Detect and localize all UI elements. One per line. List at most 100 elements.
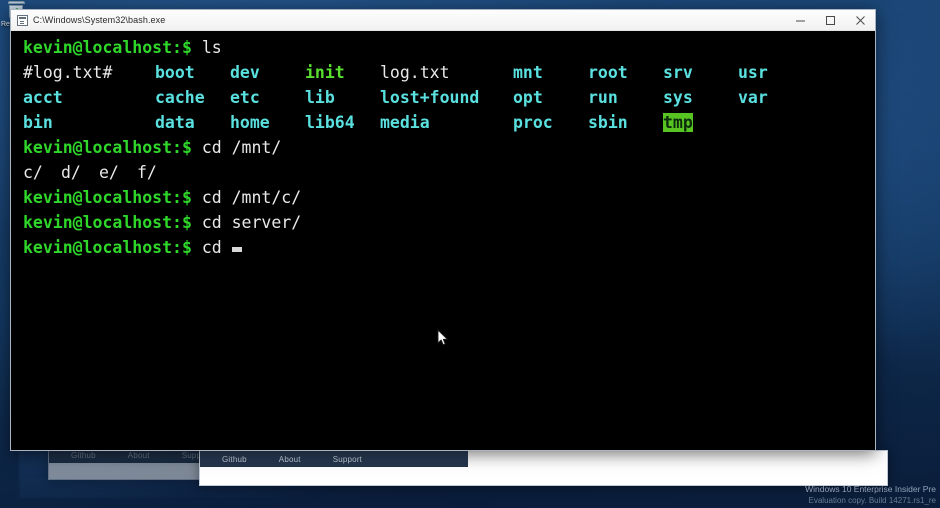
- background-browser-window-front[interactable]: Github About Support: [199, 450, 888, 486]
- terminal-command-text: cd /mnt/c/: [191, 188, 302, 207]
- terminal-ls-entry: sys: [663, 88, 693, 107]
- terminal-ls-entry: boot: [155, 63, 195, 82]
- terminal-ls-cell: media: [380, 110, 513, 135]
- terminal-ls-cell: var: [738, 85, 813, 110]
- terminal-ls-entry: run: [588, 88, 618, 107]
- terminal-command-line: kevin@localhost:$ ls: [23, 35, 875, 60]
- terminal-ls-cell: sbin: [588, 110, 663, 135]
- terminal-ls-cell: d/: [61, 160, 99, 185]
- background-browser-window-back[interactable]: Github About Support: [48, 446, 206, 480]
- terminal-ls-cell: f/: [137, 160, 175, 185]
- maximize-button[interactable]: [815, 10, 845, 30]
- terminal-prompt: kevin@localhost:$: [23, 238, 192, 257]
- terminal-ls-cell: proc: [513, 110, 588, 135]
- terminal-output-line: acct cache etc lib lost+found opt run sys var: [23, 85, 875, 110]
- terminal-ls-entry: log.txt: [380, 63, 450, 82]
- minimize-icon: [795, 20, 805, 21]
- terminal-ls-entry: sbin: [588, 113, 628, 132]
- terminal-ls-cell: init: [305, 60, 380, 85]
- terminal-command-text: cd /mnt/: [191, 138, 282, 157]
- watermark-line-1: Windows 10 Enterprise Insider Pre: [805, 484, 936, 494]
- window-controls: [785, 10, 875, 30]
- terminal-output-line: bin data home lib64 media proc sbin tmp: [23, 110, 875, 135]
- background-nav-item-about[interactable]: About: [279, 455, 301, 464]
- terminal-ls-entry: init: [305, 63, 345, 82]
- terminal-ls-entry: media: [380, 113, 430, 132]
- terminal-ls-cell: dev: [230, 60, 305, 85]
- terminal-output-line: c/d/e/f/: [23, 160, 875, 185]
- background-nav-item-github[interactable]: Github: [222, 455, 247, 464]
- background-window-body: [200, 467, 887, 485]
- terminal-ls-cell: mnt: [513, 60, 588, 85]
- close-button[interactable]: [845, 10, 875, 30]
- terminal-ls-entry: home: [230, 113, 270, 132]
- terminal-ls-cell: sys: [663, 85, 738, 110]
- terminal-ls-cell: #log.txt#: [23, 60, 155, 85]
- background-window-body: [49, 463, 205, 479]
- terminal-prompt: kevin@localhost:$: [23, 213, 192, 232]
- background-nav-item-support[interactable]: Support: [333, 455, 362, 464]
- terminal-ls-cell: usr: [738, 60, 813, 85]
- terminal-ls-cell: run: [588, 85, 663, 110]
- terminal-ls-cell: bin: [23, 110, 155, 135]
- background-nav-item-about[interactable]: About: [128, 451, 150, 460]
- terminal-command-line: kevin@localhost:$ cd server/: [23, 210, 875, 235]
- terminal-ls-cell: home: [230, 110, 305, 135]
- terminal-prompt: kevin@localhost:$: [23, 138, 192, 157]
- terminal-ls-entry: mnt: [513, 63, 543, 82]
- terminal-ls-cell: log.txt: [380, 60, 513, 85]
- terminal-ls-entry: proc: [513, 113, 553, 132]
- maximize-icon: [825, 15, 835, 25]
- terminal-output-area[interactable]: kevin@localhost:$ ls #log.txt# boot dev init…: [11, 31, 875, 450]
- terminal-ls-entry: etc: [230, 88, 260, 107]
- terminal-ls-cell: opt: [513, 85, 588, 110]
- terminal-command-line: kevin@localhost:$ cd: [23, 235, 875, 260]
- terminal-prompt: kevin@localhost:$: [23, 188, 192, 207]
- terminal-command-line: kevin@localhost:$ cd /mnt/: [23, 135, 875, 160]
- terminal-ls-entry: c/: [23, 163, 43, 182]
- terminal-command-text: cd server/: [191, 213, 302, 232]
- watermark-line-2: Evaluation copy. Build 14271.rs1_re: [808, 496, 937, 505]
- terminal-ls-entry: lib: [305, 88, 335, 107]
- terminal-ls-entry: lib64: [305, 113, 355, 132]
- terminal-ls-entry: usr: [738, 63, 768, 82]
- console-icon: [17, 14, 28, 26]
- terminal-prompt: kevin@localhost:$: [23, 38, 192, 57]
- console-title-bar[interactable]: C:\Windows\System32\bash.exe: [11, 10, 875, 31]
- terminal-ls-entry: d/: [61, 163, 81, 182]
- terminal-ls-entry: root: [588, 63, 628, 82]
- terminal-ls-entry: cache: [155, 88, 205, 107]
- terminal-command-text: ls: [191, 38, 222, 57]
- terminal-ls-entry: bin: [23, 113, 53, 132]
- terminal-ls-cell: e/: [99, 160, 137, 185]
- terminal-ls-entry: var: [738, 88, 768, 107]
- terminal-ls-cell: tmp: [663, 110, 738, 135]
- terminal-ls-cell: etc: [230, 85, 305, 110]
- terminal-ls-entry: e/: [99, 163, 119, 182]
- minimize-button[interactable]: [785, 10, 815, 30]
- terminal-ls-cell: boot: [155, 60, 230, 85]
- background-nav-item-github[interactable]: Github: [71, 451, 96, 460]
- terminal-ls-cell: cache: [155, 85, 230, 110]
- windows-watermark: Windows 10 Enterprise Insider Pre Evalua…: [805, 484, 936, 506]
- terminal-command-line: kevin@localhost:$ cd /mnt/c/: [23, 185, 875, 210]
- terminal-ls-cell: acct: [23, 85, 155, 110]
- terminal-ls-entry: lost+found: [380, 88, 480, 107]
- terminal-ls-cell: root: [588, 60, 663, 85]
- terminal-ls-cell: lib: [305, 85, 380, 110]
- terminal-ls-entry: acct: [23, 88, 63, 107]
- terminal-ls-entry: data: [155, 113, 195, 132]
- terminal-ls-cell: data: [155, 110, 230, 135]
- terminal-ls-cell: lost+found: [380, 85, 513, 110]
- terminal-ls-entry: srv: [663, 63, 693, 82]
- bash-console-window[interactable]: C:\Windows\System32\bash.exe kevin@local…: [10, 9, 876, 451]
- terminal-ls-cell: srv: [663, 60, 738, 85]
- terminal-ls-cell: lib64: [305, 110, 380, 135]
- terminal-command-text: cd: [191, 238, 232, 257]
- terminal-ls-entry: dev: [230, 63, 260, 82]
- terminal-cursor: [231, 247, 242, 252]
- terminal-ls-entry: opt: [513, 88, 543, 107]
- close-icon: [855, 15, 865, 25]
- terminal-output-line: #log.txt# boot dev init log.txt mnt root srv usr: [23, 60, 875, 85]
- terminal-ls-entry: f/: [137, 163, 157, 182]
